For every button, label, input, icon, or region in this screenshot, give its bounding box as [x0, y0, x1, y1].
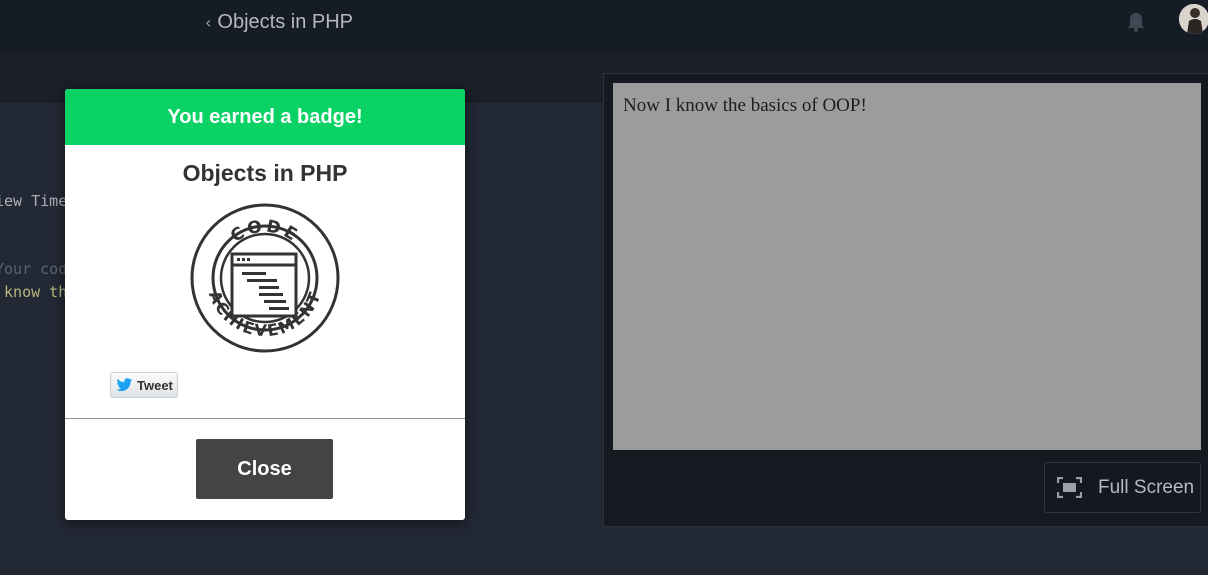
modal-divider: [65, 418, 465, 419]
badge-title: Objects in PHP: [182, 160, 348, 186]
tweet-label: Tweet: [137, 377, 173, 393]
code-achievement-badge: CODE ACHIEVEMENT: [190, 203, 340, 353]
code-line: know th: [0, 283, 68, 301]
avatar[interactable]: [1179, 4, 1208, 34]
chevron-left-icon: ‹: [205, 12, 212, 32]
twitter-bird-icon: [116, 378, 133, 392]
course-title: Objects in PHP: [217, 10, 354, 33]
badge-ring-top: CODE: [227, 216, 300, 246]
tweet-button[interactable]: Tweet: [110, 372, 178, 398]
back-link[interactable]: ‹ Objects in PHP: [205, 9, 353, 35]
svg-text:CODE: CODE: [227, 216, 303, 246]
fullscreen-label: Full Screen: [1098, 476, 1195, 498]
bell-icon[interactable]: [1126, 11, 1146, 33]
code-line: iew Time: [0, 192, 68, 210]
close-button[interactable]: Close: [196, 439, 333, 499]
fullscreen-button[interactable]: Full Screen: [1044, 462, 1201, 513]
badge-modal: You earned a badge! Objects in PHP CODE …: [65, 89, 465, 520]
top-bar: ‹ Objects in PHP: [0, 0, 1208, 52]
preview-panel: Now I know the basics of OOP! Full Scree…: [603, 73, 1208, 527]
preview-output: Now I know the basics of OOP!: [623, 95, 867, 116]
fullscreen-icon: [1057, 477, 1082, 498]
preview-frame: Now I know the basics of OOP!: [613, 83, 1201, 450]
avatar-image: [1179, 4, 1208, 34]
modal-header: You earned a badge!: [65, 89, 465, 145]
code-line: Your cod: [0, 260, 68, 278]
